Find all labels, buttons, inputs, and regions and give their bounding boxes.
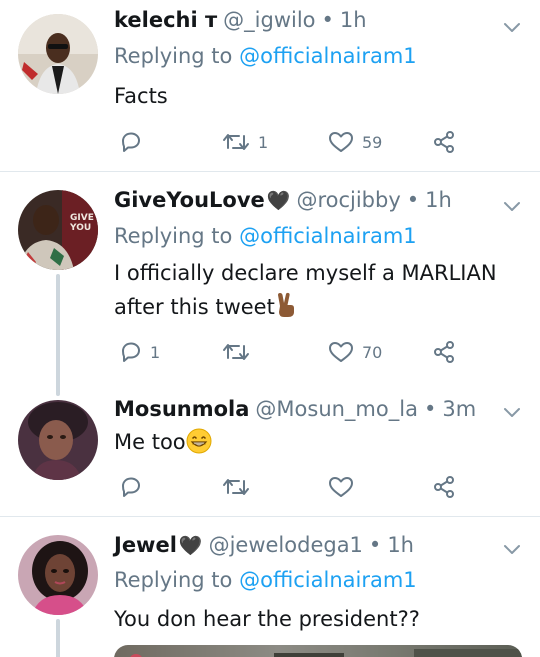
like-button[interactable]: 59	[328, 127, 382, 157]
replying-label: Replying to	[114, 224, 233, 248]
mention-link[interactable]: @officialnairam1	[239, 44, 417, 68]
black-heart-emoji: 🖤	[178, 535, 203, 557]
retweet-icon	[223, 134, 249, 150]
replying-to: Replying to @officialnairam1	[114, 568, 417, 592]
tweet-text: Facts	[114, 84, 168, 108]
tweet-header: kelechi ᴛ @_igwilo • 1h	[114, 8, 367, 38]
svg-text:YOU: YOU	[69, 223, 91, 233]
divider	[0, 171, 540, 172]
retweet-button[interactable]: 1	[222, 127, 268, 157]
media-preview[interactable]	[114, 645, 522, 657]
thread-line	[56, 274, 60, 396]
svg-text:GIVE: GIVE	[70, 213, 94, 223]
display-name[interactable]: Mosunmola	[114, 397, 249, 421]
timestamp[interactable]: 1h	[425, 188, 452, 212]
like-count: 59	[362, 132, 383, 152]
share-button[interactable]	[432, 127, 456, 157]
reply-button[interactable]: 1	[118, 337, 160, 367]
like-button[interactable]: 70	[328, 337, 382, 367]
tweet-actions: 1 70	[114, 337, 474, 367]
reply-count: 1	[150, 342, 161, 362]
separator-dot: •	[423, 397, 437, 421]
timestamp[interactable]: 1h	[387, 533, 414, 557]
chevron-down-icon[interactable]	[502, 196, 522, 216]
tweet-text-line-1: I officially declare myself a MARLIAN	[114, 261, 497, 285]
tweet-header: GiveYouLove 🖤 @rocjibby • 1h	[114, 188, 452, 218]
replying-label: Replying to	[114, 568, 233, 592]
separator-dot: •	[406, 188, 420, 212]
like-icon	[329, 477, 353, 497]
tweet-text-content: Me too	[114, 430, 186, 454]
separator-dot: •	[321, 8, 334, 32]
chevron-down-icon[interactable]	[502, 17, 522, 37]
user-handle[interactable]: @_igwilo	[223, 8, 315, 32]
separator-dot: •	[368, 533, 382, 557]
display-name[interactable]: Jewel	[114, 533, 177, 557]
tweet-header: Mosunmola @Mosun_mo_la • 3m	[114, 397, 476, 427]
reply-icon	[122, 342, 140, 362]
mention-link[interactable]: @officialnairam1	[239, 224, 417, 248]
user-handle[interactable]: @rocjibby	[296, 188, 400, 212]
tweet-text-line-2: after this tweet ✌🏾	[114, 290, 297, 324]
victory-hand-emoji-icon	[277, 292, 294, 317]
reply-button[interactable]	[118, 472, 150, 502]
black-heart-emoji: 🖤	[266, 190, 291, 212]
avatar[interactable]	[18, 400, 98, 480]
like-button[interactable]	[328, 472, 362, 502]
reply-icon	[122, 132, 140, 152]
mention-link[interactable]: @officialnairam1	[239, 568, 417, 592]
tweet-text: Me too 😁	[114, 425, 212, 459]
avatar[interactable]: GIVE YOU	[18, 190, 98, 270]
like-count: 70	[362, 342, 383, 362]
display-name[interactable]: kelechi ᴛ	[114, 8, 217, 32]
retweet-count: 1	[258, 132, 269, 152]
avatar[interactable]	[18, 535, 98, 615]
tweet-text: You don hear the president??	[114, 607, 420, 631]
tweet-header: Jewel 🖤 @jewelodega1 • 1h	[114, 533, 414, 563]
retweet-icon	[223, 479, 249, 495]
display-name[interactable]: GiveYouLove	[114, 188, 265, 212]
tweet-actions: 1 59	[114, 127, 474, 157]
user-handle[interactable]: @Mosun_mo_la	[255, 397, 418, 421]
divider	[0, 516, 540, 517]
timestamp[interactable]: 3m	[442, 397, 476, 421]
media-image-icon	[130, 649, 522, 657]
replying-label: Replying to	[114, 44, 233, 68]
reply-button[interactable]	[118, 127, 150, 157]
share-button[interactable]	[432, 337, 456, 367]
tweet-actions	[114, 472, 474, 502]
share-icon	[434, 131, 454, 153]
replying-to: Replying to @officialnairam1	[114, 44, 417, 68]
share-button[interactable]	[432, 472, 456, 502]
grinning-face-emoji-icon	[186, 428, 212, 454]
chevron-down-icon[interactable]	[502, 402, 522, 422]
retweet-icon	[223, 344, 249, 360]
retweet-button[interactable]	[222, 337, 258, 367]
user-handle[interactable]: @jewelodega1	[209, 533, 363, 557]
like-icon	[329, 342, 353, 362]
retweet-button[interactable]	[222, 472, 258, 502]
reply-icon	[122, 477, 140, 497]
tweet-text: after this tweet	[114, 295, 275, 319]
thread-line	[56, 619, 60, 657]
chevron-down-icon[interactable]	[502, 539, 522, 559]
replying-to: Replying to @officialnairam1	[114, 224, 417, 248]
timestamp[interactable]: 1h	[340, 8, 367, 32]
share-icon	[434, 341, 454, 363]
avatar[interactable]	[18, 14, 98, 94]
like-icon	[329, 132, 353, 152]
share-icon	[434, 476, 454, 498]
